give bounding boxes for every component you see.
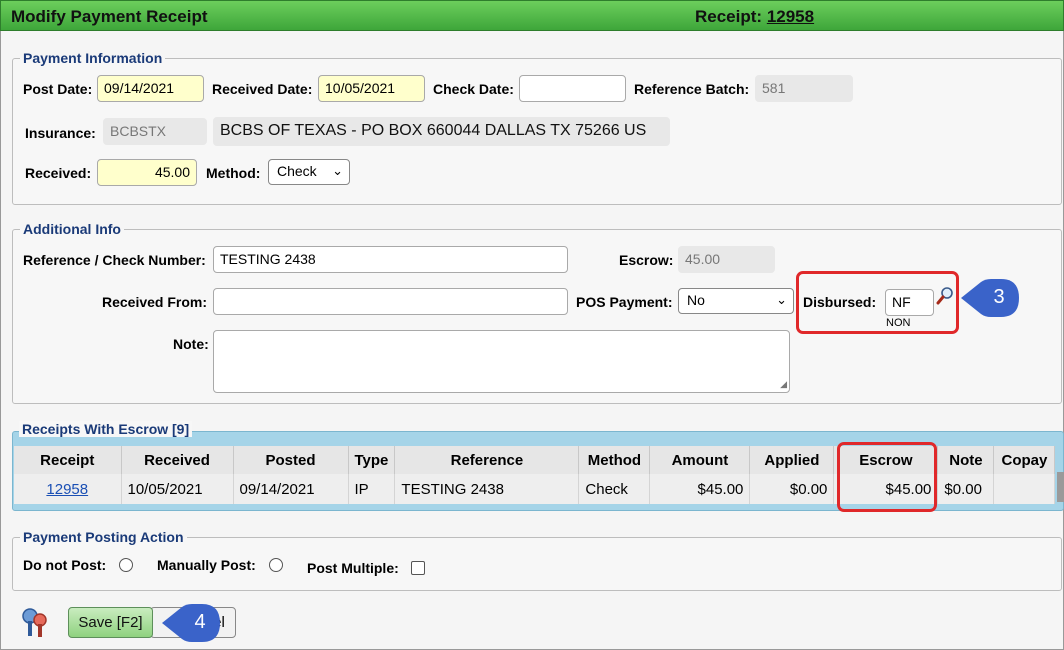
escrow-input: 45.00 <box>678 246 775 273</box>
resize-grip-icon[interactable]: ◢ <box>780 379 787 390</box>
manually-post-radio[interactable] <box>269 558 283 572</box>
col-method[interactable]: Method <box>578 446 651 474</box>
save-button[interactable]: Save [F2] <box>68 607 153 638</box>
col-received[interactable]: Received <box>121 446 234 474</box>
disbursed-label: Disbursed: <box>803 294 877 310</box>
col-receipt[interactable]: Receipt <box>14 446 122 474</box>
received-date-input[interactable]: 10/05/2021 <box>318 75 425 102</box>
chevron-down-icon: ⌄ <box>776 292 787 307</box>
grid-scrollbar[interactable] <box>1057 472 1064 502</box>
reference-check-label: Reference / Check Number: <box>23 252 206 268</box>
callout-3: 3 <box>961 279 1019 317</box>
title-bar: Modify Payment Receipt Receipt: 12958 <box>0 0 1064 31</box>
col-type[interactable]: Type <box>348 446 396 474</box>
note-textarea[interactable]: ◢ <box>213 330 790 393</box>
do-not-post-label: Do not Post: <box>23 557 107 573</box>
reference-batch-label: Reference Batch: <box>634 81 750 97</box>
cell-received: 10/05/2021 <box>121 474 234 504</box>
col-note[interactable]: Note <box>937 446 995 474</box>
check-date-input[interactable] <box>519 75 626 102</box>
insurance-code-input: BCBSTX <box>103 118 207 145</box>
chevron-down-icon: ⌄ <box>332 163 343 178</box>
cell-reference: TESTING 2438 <box>394 474 580 504</box>
col-reference[interactable]: Reference <box>394 446 580 474</box>
received-from-input[interactable] <box>213 288 568 315</box>
payment-information-legend: Payment Information <box>23 50 163 66</box>
cell-copay <box>993 474 1056 504</box>
received-date-label: Received Date: <box>212 81 313 97</box>
received-from-label: Received From: <box>102 294 208 310</box>
cell-posted: 09/14/2021 <box>233 474 349 504</box>
callout-4: 4 <box>162 604 220 642</box>
col-amount[interactable]: Amount <box>649 446 751 474</box>
keys-icon <box>20 606 50 643</box>
pos-payment-select[interactable]: No ⌄ <box>678 288 794 314</box>
window-title: Modify Payment Receipt <box>11 7 208 26</box>
col-copay[interactable]: Copay <box>993 446 1056 474</box>
disbursed-description: NON <box>886 317 911 329</box>
receipts-grid-legend: Receipts With Escrow [9] <box>19 421 193 437</box>
cell-method: Check <box>578 474 651 504</box>
received-label: Received: <box>25 165 92 181</box>
cell-note: $0.00 <box>937 474 995 504</box>
pos-payment-label: POS Payment: <box>576 294 673 310</box>
cell-applied: $0.00 <box>749 474 835 504</box>
col-applied[interactable]: Applied <box>749 446 835 474</box>
manually-post-label: Manually Post: <box>157 557 256 573</box>
method-label: Method: <box>206 165 261 181</box>
payment-posting-action-legend: Payment Posting Action <box>23 529 184 545</box>
post-date-label: Post Date: <box>23 81 93 97</box>
disbursed-code-input[interactable]: NF <box>885 289 934 316</box>
do-not-post-radio[interactable] <box>119 558 133 572</box>
received-amount-input[interactable]: 45.00 <box>97 159 197 186</box>
check-date-label: Check Date: <box>433 81 514 97</box>
col-posted[interactable]: Posted <box>233 446 349 474</box>
note-label: Note: <box>173 336 209 352</box>
reference-batch-input: 581 <box>755 75 853 102</box>
insurance-name: BCBS OF TEXAS - PO BOX 660044 DALLAS TX … <box>213 117 670 146</box>
cell-receipt[interactable]: 12958 <box>14 474 122 504</box>
method-select[interactable]: Check ⌄ <box>268 159 350 185</box>
receipt-number: 12958 <box>766 7 815 26</box>
post-multiple-label: Post Multiple: <box>307 560 399 576</box>
reference-check-input[interactable]: TESTING 2438 <box>213 246 568 273</box>
receipt-header: Receipt: 12958 <box>695 7 815 26</box>
additional-info-legend: Additional Info <box>23 221 121 237</box>
magnifier-icon[interactable] <box>936 286 954 309</box>
cell-amount: $45.00 <box>649 474 751 504</box>
escrow-column-highlight <box>837 442 937 512</box>
receipt-link[interactable]: 12958 <box>46 481 88 498</box>
cell-type: IP <box>348 474 396 504</box>
post-date-input[interactable]: 09/14/2021 <box>97 75 204 102</box>
insurance-label: Insurance: <box>25 125 96 141</box>
post-multiple-checkbox[interactable] <box>411 561 425 575</box>
escrow-label: Escrow: <box>619 252 674 268</box>
